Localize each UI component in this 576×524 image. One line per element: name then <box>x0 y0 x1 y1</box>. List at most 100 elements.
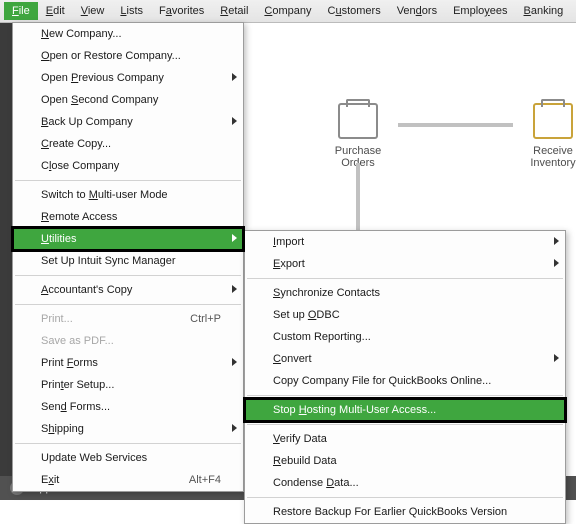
util-menu-item[interactable]: Set up ODBC <box>245 304 565 326</box>
chevron-right-icon <box>554 259 559 267</box>
menu-item-label: Save as PDF... <box>41 335 114 347</box>
menu-separator <box>247 497 563 498</box>
menu-item-label: Switch to Multi-user Mode <box>41 189 168 201</box>
menu-item-label: Verify Data <box>273 433 327 445</box>
menu-file[interactable]: File <box>4 2 38 20</box>
menu-item-label: Restore Backup For Earlier QuickBooks Ve… <box>273 506 507 518</box>
chevron-right-icon <box>554 237 559 245</box>
util-menu-item[interactable]: Restore Backup For Earlier QuickBooks Ve… <box>245 501 565 523</box>
menu-employees[interactable]: Employees <box>445 2 515 20</box>
menu-separator <box>15 304 241 305</box>
menu-item-label: Open Previous Company <box>41 72 164 84</box>
menu-item-label: New Company... <box>41 28 122 40</box>
menu-item-label: Utilities <box>41 233 76 245</box>
menu-item-label: Create Copy... <box>41 138 111 150</box>
util-menu-item[interactable]: Rebuild Data <box>245 450 565 472</box>
menu-item-label: Set Up Intuit Sync Manager <box>41 255 176 267</box>
menu-vendors[interactable]: Vendors <box>389 2 445 20</box>
chevron-right-icon <box>554 354 559 362</box>
chevron-right-icon <box>232 285 237 293</box>
chevron-right-icon <box>232 234 237 242</box>
util-menu-item[interactable]: Export <box>245 253 565 275</box>
wf-label: Inventory <box>513 157 576 169</box>
util-menu-item[interactable]: Import <box>245 231 565 253</box>
file-menu-item[interactable]: Switch to Multi-user Mode <box>13 184 243 206</box>
workflow-purchase-orders[interactable]: Purchase Orders <box>318 103 398 169</box>
file-menu-item[interactable]: Close Company <box>13 155 243 177</box>
file-menu-item[interactable]: Print Forms <box>13 352 243 374</box>
workflow-receive-inventory[interactable]: Receive Inventory <box>513 103 576 169</box>
menu-favorites[interactable]: Favorites <box>151 2 212 20</box>
wf-label: Receive <box>513 145 576 157</box>
util-menu-item[interactable]: Stop Hosting Multi-User Access... <box>245 399 565 421</box>
file-menu-item: Print... Ctrl+P <box>13 308 243 330</box>
menu-item-label: Set up ODBC <box>273 309 340 321</box>
menu-item-label: Rebuild Data <box>273 455 337 467</box>
menu-item-label: Send Forms... <box>41 401 110 413</box>
menu-lists[interactable]: Lists <box>112 2 151 20</box>
menu-item-label: Import <box>273 236 304 248</box>
file-menu-item[interactable]: Shipping <box>13 418 243 440</box>
util-menu-item[interactable]: Convert <box>245 348 565 370</box>
util-menu-item[interactable]: Copy Company File for QuickBooks Online.… <box>245 370 565 392</box>
wf-label: Purchase <box>318 145 398 157</box>
chevron-right-icon <box>232 117 237 125</box>
menu-retail[interactable]: Retail <box>212 2 256 20</box>
menu-company[interactable]: Company <box>256 2 319 20</box>
chevron-right-icon <box>232 73 237 81</box>
chevron-right-icon <box>232 424 237 432</box>
file-menu-item[interactable]: Send Forms... <box>13 396 243 418</box>
util-menu-item[interactable]: Condense Data... <box>245 472 565 494</box>
menu-separator <box>15 180 241 181</box>
menubar: FileEditViewListsFavoritesRetailCompanyC… <box>0 0 576 23</box>
file-menu-item[interactable]: Remote Access <box>13 206 243 228</box>
menu-item-label: Update Web Services <box>41 452 147 464</box>
connector-line <box>398 123 513 127</box>
file-menu-item[interactable]: Printer Setup... <box>13 374 243 396</box>
file-menu-item[interactable]: Open or Restore Company... <box>13 45 243 67</box>
menu-edit[interactable]: Edit <box>38 2 73 20</box>
menu-view[interactable]: View <box>73 2 113 20</box>
menu-item-label: Accountant's Copy <box>41 284 132 296</box>
menu-item-label: Print Forms <box>41 357 98 369</box>
chevron-right-icon <box>232 358 237 366</box>
connector-line <box>356 163 360 233</box>
menu-item-label: Exit <box>41 474 59 486</box>
file-menu-item[interactable]: Utilities <box>13 228 243 250</box>
file-menu-item[interactable]: Set Up Intuit Sync Manager <box>13 250 243 272</box>
file-menu-item[interactable]: Exit Alt+F4 <box>13 469 243 491</box>
menu-item-label: Custom Reporting... <box>273 331 371 343</box>
menu-item-label: Open Second Company <box>41 94 158 106</box>
menu-banking[interactable]: Banking <box>516 2 572 20</box>
file-menu-item: Save as PDF... <box>13 330 243 352</box>
menu-customers[interactable]: Customers <box>320 2 389 20</box>
menu-item-label: Close Company <box>41 160 119 172</box>
menu-item-label: Condense Data... <box>273 477 359 489</box>
menu-item-label: Back Up Company <box>41 116 133 128</box>
box-icon <box>533 103 573 139</box>
menu-item-label: Export <box>273 258 305 270</box>
util-menu-item[interactable]: Synchronize Contacts <box>245 282 565 304</box>
menu-item-label: Stop Hosting Multi-User Access... <box>273 404 436 416</box>
menu-item-label: Print... <box>41 313 73 325</box>
menu-item-label: Printer Setup... <box>41 379 114 391</box>
clipboard-icon <box>338 103 378 139</box>
file-menu-item[interactable]: Back Up Company <box>13 111 243 133</box>
menu-item-label: Convert <box>273 353 312 365</box>
menu-item-label: Copy Company File for QuickBooks Online.… <box>273 375 491 387</box>
file-menu-item[interactable]: Accountant's Copy <box>13 279 243 301</box>
util-menu-item[interactable]: Verify Data <box>245 428 565 450</box>
menu-shortcut: Alt+F4 <box>189 474 221 486</box>
menu-item-label: Synchronize Contacts <box>273 287 380 299</box>
menu-separator <box>247 424 563 425</box>
menu-separator <box>15 443 241 444</box>
file-menu-item[interactable]: New Company... <box>13 23 243 45</box>
file-menu-item[interactable]: Open Previous Company <box>13 67 243 89</box>
utilities-submenu: Import Export Synchronize Contacts Set up O… <box>244 230 566 524</box>
file-menu-item[interactable]: Create Copy... <box>13 133 243 155</box>
file-menu-item[interactable]: Update Web Services <box>13 447 243 469</box>
menu-shortcut: Ctrl+P <box>190 313 221 325</box>
menu-separator <box>15 275 241 276</box>
util-menu-item[interactable]: Custom Reporting... <box>245 326 565 348</box>
file-menu-item[interactable]: Open Second Company <box>13 89 243 111</box>
